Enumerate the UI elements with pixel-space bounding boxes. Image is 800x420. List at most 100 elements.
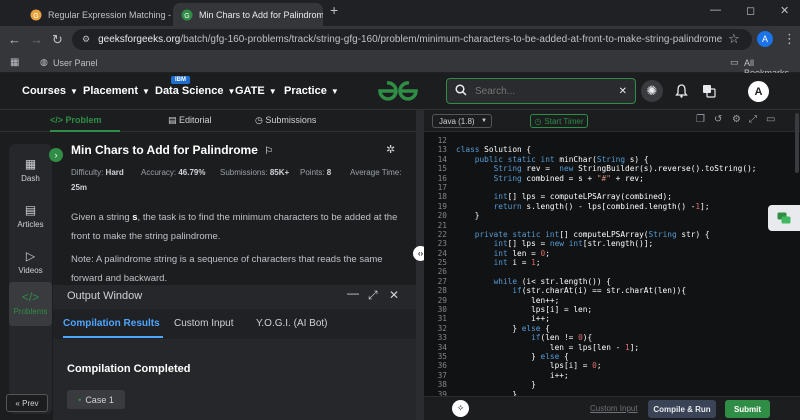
tab-editorial[interactable]: ▤ Editorial	[168, 115, 212, 126]
bookmark-user-panel[interactable]: User Panel	[53, 58, 98, 68]
code-line[interactable]: int len = 0;	[456, 249, 796, 258]
code-line[interactable]: } else {	[456, 352, 796, 361]
code-line[interactable]: }	[456, 380, 796, 389]
prev-label: Prev	[22, 398, 39, 408]
code-icon: </>	[50, 115, 64, 125]
maximize-button[interactable]: ◻	[746, 4, 755, 17]
chevron-down-icon: ▼	[481, 118, 487, 124]
problem-tabs: </> Problem ▤ Editorial ◷ Submissions	[0, 110, 416, 132]
sidebar-item-videos[interactable]: ▷ Videos	[9, 246, 52, 284]
clear-search-icon[interactable]: ✕	[619, 86, 627, 97]
code-line[interactable]: i++;	[456, 314, 796, 323]
expand-sidebar-button[interactable]: ›	[49, 148, 63, 162]
browser-tab-regex[interactable]: G Regular Expression Matching - G ✕	[22, 3, 172, 26]
close-window-button[interactable]: ✕	[780, 4, 789, 17]
nav-practice[interactable]: Practice ▼	[284, 85, 339, 97]
nav-label: Data Science	[155, 85, 224, 97]
nav-placement[interactable]: Placement ▼	[83, 85, 150, 97]
search-box[interactable]: ✕	[446, 78, 636, 104]
custom-input-link[interactable]: Custom Input	[590, 404, 638, 413]
reset-icon[interactable]: ↺	[714, 114, 722, 125]
points: Points: 8	[300, 168, 331, 177]
forward-arrow-icon[interactable]: →	[30, 32, 43, 47]
code-line[interactable]: len++;	[456, 296, 796, 305]
tab-compilation-results[interactable]: Compilation Results	[63, 318, 160, 329]
tab-submissions[interactable]: ◷ Submissions	[255, 115, 316, 126]
bug-report-icon[interactable]: ✲	[386, 143, 395, 156]
submit-button[interactable]: Submit	[725, 400, 770, 418]
line-number: 14	[437, 154, 447, 164]
search-input[interactable]	[475, 85, 605, 97]
code-line[interactable]: return s.length() - lps[combined.length(…	[456, 202, 796, 211]
code-line[interactable]: i++;	[456, 371, 796, 380]
translate-icon[interactable]	[698, 80, 720, 102]
nav-data-science[interactable]: Data Science ▼	[155, 85, 235, 97]
code-line[interactable]: public static int minChar(String s) {	[456, 155, 796, 164]
code-line[interactable]: int[] lps = computeLPSArray(combined);	[456, 192, 796, 201]
site-info-icon[interactable]: ⚙	[82, 34, 90, 45]
browser-menu-icon[interactable]: ⋮	[783, 31, 796, 47]
code-line[interactable]: lps[i] = 0;	[456, 361, 796, 370]
settings-icon[interactable]: ⚙	[732, 114, 741, 125]
code-line[interactable]	[456, 183, 796, 192]
code-line[interactable]: while (i< str.length()) {	[456, 277, 796, 286]
code-line[interactable]: class Solution {	[456, 145, 796, 154]
line-number: 32	[437, 323, 447, 333]
compile-and-run-button[interactable]: Compile & Run	[648, 400, 716, 418]
language-select[interactable]: Java (1.8) ▼	[432, 114, 492, 128]
tab-yogi-ai-bot[interactable]: Y.O.G.I. (AI Bot)	[256, 318, 328, 329]
code-line[interactable]: } else {	[456, 324, 796, 333]
browser-tab-active[interactable]: G Min Chars to Add for Palindrom ✕	[173, 3, 323, 26]
code-line[interactable]: String rev = new StringBuilder(s).revers…	[456, 164, 796, 173]
prev-button[interactable]: « Prev	[6, 394, 48, 412]
code-line[interactable]	[456, 221, 796, 230]
note-text: forward and backward.	[71, 273, 168, 284]
bell-icon[interactable]	[670, 80, 692, 102]
apps-grid-icon[interactable]: ▦	[10, 57, 19, 68]
copy-icon[interactable]: ❐	[696, 114, 705, 125]
average-time-value: 25m	[71, 183, 87, 192]
code-line[interactable]: if(str.charAt(i) == str.charAt(len)){	[456, 286, 796, 295]
bookmark-icon[interactable]: ⚐	[264, 146, 273, 157]
sidebar-item-articles[interactable]: ▤ Articles	[9, 200, 52, 238]
code-line[interactable]: }	[456, 211, 796, 220]
close-output-icon[interactable]: ✕	[389, 288, 399, 302]
code-line[interactable]: lps[i] = len;	[456, 305, 796, 314]
code-line[interactable]: int i = 1;	[456, 258, 796, 267]
new-tab-button[interactable]: +	[330, 2, 338, 18]
sidebar-item-dash[interactable]: ▦ Dash	[9, 154, 52, 192]
back-arrow-icon[interactable]: ←	[8, 32, 21, 47]
tab-custom-input[interactable]: Custom Input	[174, 318, 233, 329]
side-navigation: ▦ Dash ▤ Articles ▷ Videos </> Problems	[9, 144, 52, 414]
theme-toggle-icon[interactable]: ✺	[641, 80, 663, 102]
minimize-output-icon[interactable]: —	[347, 286, 359, 300]
code-area[interactable]: class Solution { public static int minCh…	[456, 136, 796, 399]
url-field[interactable]: ⚙ geeksforgeeks.org /batch/gfg-160-probl…	[72, 29, 752, 50]
expand-editor-icon[interactable]: ▭	[766, 114, 775, 125]
code-line[interactable]: if(len != 0){	[456, 333, 796, 342]
lightbulb-hint-icon[interactable]: ✧	[452, 400, 469, 417]
fullscreen-icon[interactable]: ⤢	[368, 288, 378, 303]
start-timer-button[interactable]: ◷ Start Timer	[530, 114, 588, 128]
scrollbar-thumb[interactable]	[795, 113, 799, 173]
code-line[interactable]: int[] lps = new int[str.length()];	[456, 239, 796, 248]
bookmark-star-icon[interactable]: ☆	[728, 31, 740, 47]
code-line[interactable]	[456, 136, 796, 145]
tab-problem[interactable]: </> Problem	[50, 115, 102, 125]
nav-courses[interactable]: Courses ▼	[22, 85, 78, 97]
case-1-button[interactable]: • Case 1	[67, 390, 125, 409]
profile-avatar[interactable]: A	[757, 31, 773, 47]
nav-gate[interactable]: GATE ▼	[235, 85, 277, 97]
reload-icon[interactable]: ↻	[52, 32, 63, 48]
chat-icon[interactable]	[768, 205, 800, 231]
code-line[interactable]	[456, 267, 796, 276]
fullscreen-icon[interactable]: ⤢	[749, 114, 757, 125]
gfg-logo[interactable]	[376, 78, 420, 107]
minimize-button[interactable]: —	[710, 4, 721, 16]
user-avatar[interactable]: A	[748, 81, 769, 102]
code-line[interactable]: String combined = s + "#" + rev;	[456, 174, 796, 183]
panel-splitter[interactable]	[416, 110, 424, 420]
code-line[interactable]: len = lps[len - 1];	[456, 343, 796, 352]
code-line[interactable]: private static int[] computeLPSArray(Str…	[456, 230, 796, 239]
sidebar-item-problems[interactable]: </> Problems	[9, 282, 52, 326]
